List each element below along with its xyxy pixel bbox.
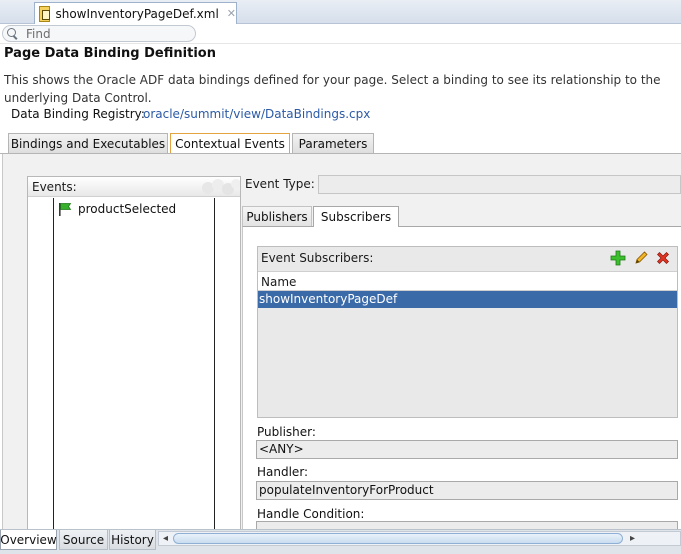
event-subscribers-box: Event Subscribers: Name showInventoryPag…	[257, 246, 678, 418]
green-flag-icon	[59, 203, 72, 216]
registry-label: Data Binding Registry:	[11, 107, 145, 121]
editor-tab-strip: showInventoryPageDef.xml ✕	[0, 0, 681, 24]
event-type-label: Event Type:	[245, 177, 315, 191]
event-item-label: productSelected	[78, 202, 177, 216]
header-decoration-icon	[202, 179, 240, 195]
page-description: This shows the Oracle ADF data bindings …	[4, 73, 661, 105]
column-header-label: Name	[261, 275, 297, 289]
tab-bindings-and-executables[interactable]: Bindings and Executables	[8, 133, 168, 153]
registry-link[interactable]: oracle/summit/view/DataBindings.cpx	[143, 107, 370, 121]
tab-subscribers[interactable]: Subscribers	[313, 206, 399, 227]
page-title: Page Data Binding Definition	[4, 46, 216, 61]
find-field[interactable]	[2, 25, 196, 42]
events-header: Events:	[28, 177, 240, 197]
scroll-right-icon[interactable]: ▸	[630, 532, 635, 545]
search-icon	[7, 28, 18, 39]
bottom-tab-bar: Overview Source History ◂ ▸	[0, 529, 681, 554]
close-icon[interactable]: ✕	[227, 7, 236, 20]
scroll-left-icon[interactable]: ◂	[163, 532, 168, 545]
tree-guide-line	[53, 198, 54, 534]
tab-publishers[interactable]: Publishers	[242, 206, 312, 226]
add-icon[interactable]	[610, 250, 626, 266]
handle-condition-label: Handle Condition:	[257, 507, 365, 521]
tab-overview[interactable]: Overview	[0, 530, 57, 550]
editor-tab-label: showInventoryPageDef.xml	[55, 6, 219, 21]
editor-tab-showInventoryPageDef[interactable]: showInventoryPageDef.xml ✕	[34, 2, 237, 24]
panel-divider	[214, 198, 215, 534]
tab-history[interactable]: History	[109, 530, 156, 550]
horizontal-scrollbar[interactable]: ◂ ▸	[158, 531, 681, 546]
event-item-productSelected[interactable]: productSelected	[58, 202, 176, 216]
events-panel: Events: productSelected	[27, 176, 241, 534]
edit-pencil-icon[interactable]	[633, 250, 649, 266]
delete-icon[interactable]	[655, 250, 671, 266]
publisher-field[interactable]: <ANY>	[256, 440, 678, 459]
event-type-field[interactable]	[318, 175, 681, 194]
tab-contextual-events[interactable]: Contextual Events	[170, 133, 290, 154]
tab-parameters[interactable]: Parameters	[292, 133, 374, 153]
events-label: Events:	[32, 180, 77, 194]
subscriber-name: showInventoryPageDef	[259, 292, 398, 306]
table-row[interactable]: showInventoryPageDef	[258, 291, 677, 308]
xml-file-icon	[39, 5, 51, 22]
handler-label: Handler:	[257, 465, 309, 479]
tab-source[interactable]: Source	[59, 530, 108, 550]
scrollbar-thumb[interactable]	[173, 533, 623, 544]
event-subscribers-label: Event Subscribers:	[261, 251, 374, 265]
find-input[interactable]	[26, 26, 176, 41]
name-column-header[interactable]: Name	[258, 271, 677, 291]
find-bar	[0, 24, 681, 44]
handler-field[interactable]: populateInventoryForProduct	[256, 481, 678, 500]
publisher-label: Publisher:	[257, 425, 316, 439]
